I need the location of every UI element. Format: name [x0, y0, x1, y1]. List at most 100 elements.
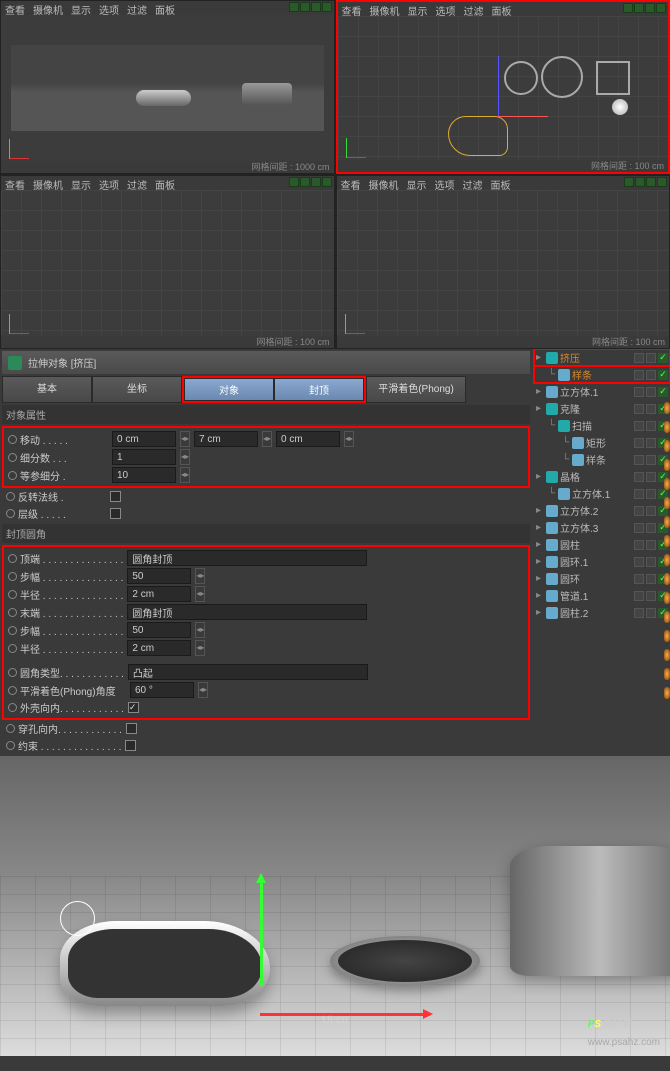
visibility-toggle[interactable] [634, 455, 644, 465]
object-row[interactable]: ▸ 圆柱.2 ✓ [534, 604, 670, 621]
render-toggle[interactable] [646, 557, 656, 567]
object-row[interactable]: ▸ 立方体.1 ✓ [534, 383, 670, 400]
render-toggle[interactable] [646, 421, 656, 431]
enable-check[interactable]: ✓ [658, 370, 668, 380]
object-type-icon [546, 590, 558, 602]
cap-radius2-input[interactable] [127, 640, 191, 656]
holes-inward-checkbox[interactable] [126, 723, 137, 734]
object-row[interactable]: ▸ 立方体.2 ✓ [534, 502, 670, 519]
object-type-icon [558, 420, 570, 432]
visibility-toggle[interactable] [634, 557, 644, 567]
move-x-input[interactable] [112, 431, 176, 447]
object-row[interactable]: ▸ 圆柱 ✓ [534, 536, 670, 553]
spinner[interactable]: ◂▸ [180, 431, 190, 447]
center-watermark: Ui-cn [322, 1014, 348, 1026]
object-type-icon [546, 573, 558, 585]
object-row[interactable]: ▸ 立方体.3 ✓ [534, 519, 670, 536]
visibility-toggle[interactable] [634, 438, 644, 448]
cap-steps2-input[interactable] [127, 622, 191, 638]
tab-phong[interactable]: 平滑着色(Phong) [366, 376, 466, 403]
object-row[interactable]: └ 立方体.1 ✓ [534, 485, 670, 502]
fillet-type-select[interactable] [128, 664, 368, 680]
extrude-icon [8, 356, 22, 370]
axis-gizmo [346, 128, 376, 158]
tab-caps[interactable]: 封顶 [274, 378, 364, 401]
visibility-toggle[interactable] [634, 523, 644, 533]
render-toggle[interactable] [646, 387, 656, 397]
render-toggle[interactable] [646, 523, 656, 533]
viewport-right[interactable]: 查看摄像机显示选项过滤面板 右视图 网格间距 : 100 cm [0, 175, 335, 349]
render-toggle[interactable] [646, 370, 656, 380]
object-row[interactable]: ▸ 管道.1 ✓ [534, 587, 670, 604]
visibility-toggle[interactable] [634, 421, 644, 431]
axis-gizmo [345, 304, 375, 334]
render-toggle[interactable] [646, 591, 656, 601]
object-label: 立方体.3 [560, 520, 632, 535]
visibility-toggle[interactable] [634, 489, 644, 499]
visibility-toggle[interactable] [634, 472, 644, 482]
object-row[interactable]: ▸ 圆环.1 ✓ [534, 553, 670, 570]
viewport-top[interactable]: 查看摄像机显示选项过滤面板 顶视图 网格间距 : 100 cm [336, 0, 670, 174]
viewport-grid: 查看摄像机显示选项过滤面板 透视视图 网格间距 : 1000 cm 查看摄像机显… [0, 0, 670, 349]
viewport-perspective[interactable]: 查看摄像机显示选项过滤面板 透视视图 网格间距 : 1000 cm [0, 0, 335, 174]
tab-basic[interactable]: 基本 [2, 376, 92, 403]
visibility-toggle[interactable] [634, 387, 644, 397]
render-toggle[interactable] [646, 540, 656, 550]
object-type-icon [546, 403, 558, 415]
render-toggle[interactable] [646, 489, 656, 499]
enable-check[interactable]: ✓ [658, 353, 668, 363]
object-row[interactable]: └ 矩形 ✓ [534, 434, 670, 451]
render-toggle[interactable] [646, 438, 656, 448]
render-toggle[interactable] [646, 472, 656, 482]
render-toggle[interactable] [646, 404, 656, 414]
flip-normals-checkbox[interactable] [110, 491, 121, 502]
visibility-toggle[interactable] [634, 591, 644, 601]
cap-steps1-input[interactable] [127, 568, 191, 584]
object-row[interactable]: └ 样条 ✓ [534, 366, 670, 383]
object-row[interactable]: ▸ 挤压 ✓ [534, 349, 670, 366]
isoparm-input[interactable] [112, 467, 176, 483]
visibility-toggle[interactable] [634, 353, 644, 363]
hierarchy-checkbox[interactable] [110, 508, 121, 519]
viewport-front[interactable]: 查看摄像机显示选项过滤面板 正视图 网格间距 : 100 cm [336, 175, 670, 349]
cap-end-select[interactable] [127, 604, 367, 620]
object-label: 挤压 [560, 350, 632, 365]
object-type-icon [546, 522, 558, 534]
object-row[interactable]: ▸ 晶格 ✓ [534, 468, 670, 485]
object-type-icon [546, 556, 558, 568]
cap-radius1-input[interactable] [127, 586, 191, 602]
tab-coord[interactable]: 坐标 [92, 376, 182, 403]
visibility-toggle[interactable] [634, 506, 644, 516]
disc-object [330, 936, 480, 986]
cap-top-select[interactable] [127, 550, 367, 566]
object-label: 圆柱.2 [560, 605, 632, 620]
phong-angle-input[interactable] [130, 682, 194, 698]
object-label: 样条 [586, 452, 632, 467]
render-toggle[interactable] [646, 574, 656, 584]
visibility-toggle[interactable] [634, 608, 644, 618]
object-row[interactable]: └ 扫描 ✓ [534, 417, 670, 434]
visibility-toggle[interactable] [634, 574, 644, 584]
object-row[interactable]: └ 样条 ✓ [534, 451, 670, 468]
render-preview[interactable]: Ui-cn PS爱好者 www.psahz.com [0, 756, 670, 1056]
render-toggle[interactable] [646, 455, 656, 465]
hull-inward-checkbox[interactable] [128, 702, 139, 713]
move-y-input[interactable] [194, 431, 258, 447]
tab-object[interactable]: 对象 [184, 378, 274, 401]
attribute-tabs: 基本 坐标 对象 封顶 平滑着色(Phong) [2, 376, 530, 403]
object-label: 样条 [572, 367, 632, 382]
spinner[interactable]: ◂▸ [344, 431, 354, 447]
visibility-toggle[interactable] [634, 404, 644, 414]
render-toggle[interactable] [646, 506, 656, 516]
object-row[interactable]: ▸ 圆环 ✓ [534, 570, 670, 587]
render-toggle[interactable] [646, 353, 656, 363]
constrain-checkbox[interactable] [125, 740, 136, 751]
render-toggle[interactable] [646, 608, 656, 618]
visibility-toggle[interactable] [634, 540, 644, 550]
move-z-input[interactable] [276, 431, 340, 447]
subdiv-input[interactable] [112, 449, 176, 465]
object-row[interactable]: ▸ 克隆 ✓ [534, 400, 670, 417]
visibility-toggle[interactable] [634, 370, 644, 380]
spinner[interactable]: ◂▸ [262, 431, 272, 447]
object-label: 圆柱 [560, 537, 632, 552]
